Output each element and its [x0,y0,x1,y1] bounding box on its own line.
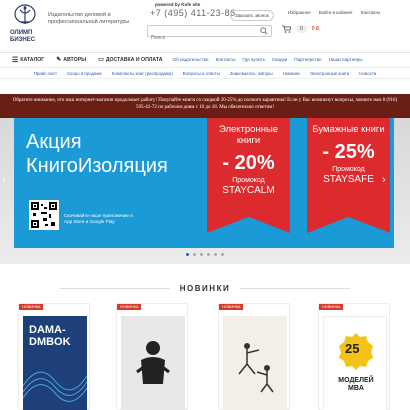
book-cover: DAMA- DMBOK [23,316,87,410]
promo-paper-books[interactable]: Бумажные книги - 25% Промокод STAYSAFE [307,118,390,233]
nav2-link-price-list[interactable]: Прайс-лист [34,71,57,76]
carousel-next-icon[interactable]: › [382,174,386,186]
app-download-text: Скачивайте наше приложение в App Store и… [64,213,133,224]
contacts-link[interactable]: Контакты [361,10,380,15]
new-items-list: НОВИНКА DAMA- DMBOK НОВИНКА НОВИНКА НОВИ… [0,303,410,410]
book-cover: 25 МОДЕЛЕЙ MBA [323,316,387,410]
new-badge: НОВИНКА [117,304,142,310]
nav-link-partnership[interactable]: Партнерство [294,57,321,62]
carousel-dot[interactable] [186,253,189,256]
carousel-dot[interactable] [214,253,217,256]
qr-code-icon [29,200,59,230]
logo[interactable]: ОЛИМП БИЗНЕС [10,4,40,48]
carousel-dot[interactable] [207,253,210,256]
logo-icon [14,4,36,24]
nav-link-partners[interactable]: Наши партнеры [329,57,363,62]
cart-total: 0 ₽. [311,26,321,32]
book-card[interactable]: НОВИНКА [218,303,290,410]
cart-count: 0 [296,25,307,33]
divider [240,288,350,289]
authors-icon: ✎ [56,57,62,63]
new-badge: НОВИНКА [19,304,44,310]
nav-link-contacts[interactable]: Контакты [216,57,236,62]
new-badge: НОВИНКА [219,304,244,310]
nav-authors[interactable]: ✎ АВТОРЫ [56,56,86,64]
cart-icon [282,25,291,33]
book-cover [121,316,185,410]
search-box [147,25,272,43]
nav-delivery[interactable]: ▭ ДОСТАВКА И ОПЛАТА [98,56,162,64]
nav2-link-meet-authors[interactable]: Знакомьтесь: авторы [230,71,273,76]
page: ОЛИМП БИЗНЕС Издательство деловой и проф… [0,0,410,410]
notice-banner: Обратите внимание, что наш интернет-мага… [0,94,410,118]
promo-heading: Акция КнигоИзоляция [26,131,168,177]
powered-by[interactable]: powered by Kofe site [155,2,200,7]
carousel-dots [186,253,224,256]
cart[interactable]: 0 0 ₽. [282,25,321,33]
menu-icon: ☰ [12,56,19,64]
phone-number[interactable]: +7 (495) 411-23-86 [150,8,236,18]
nav2-link-new[interactable]: Новинки [283,71,300,76]
nav-link-about[interactable]: Об издательстве [173,57,209,62]
truck-icon: ▭ [98,57,104,63]
header: ОЛИМП БИЗНЕС Издательство деловой и проф… [0,0,410,50]
book-card[interactable]: НОВИНКА [116,303,188,410]
carousel-dot[interactable] [200,253,203,256]
book-cover [223,316,287,410]
secondary-nav: Прайс-лист Скоро в продаже Комплекты кни… [0,67,410,79]
nav-link-where-to-buy[interactable]: Где купить [242,57,265,62]
nav2-link-faq[interactable]: Вопросы и ответы [183,71,220,76]
nav2-link-coming-soon[interactable]: Скоро в продаже [67,71,102,76]
favorites-link[interactable]: Избранное [288,10,311,15]
carousel-dot[interactable] [221,253,224,256]
promo-carousel: Акция КнигоИзоляция Скачивайте наше прил… [0,118,410,264]
login-link[interactable]: Войти в кабинет [319,10,353,15]
book-card[interactable]: НОВИНКА DAMA- DMBOK [18,303,90,410]
top-links: Избранное Войти в кабинет Контакты [288,10,380,15]
search-input[interactable] [148,33,256,43]
promo-slide[interactable]: Акция КнигоИзоляция Скачивайте наше прил… [14,118,394,248]
nav2-link-news[interactable]: Новости [359,71,376,76]
book-card[interactable]: НОВИНКА 25 МОДЕЛЕЙ MBA [318,303,390,410]
cover-art-icon [238,343,274,393]
nav-link-discounts[interactable]: Скидки [272,57,287,62]
main-nav: ☰ КАТАЛОГ ✎ АВТОРЫ ▭ ДОСТАВКА И ОПЛАТА О… [0,52,410,66]
logo-text: ОЛИМП БИЗНЕС [10,30,36,43]
new-badge: НОВИНКА [319,304,344,310]
carousel-prev-icon[interactable]: ‹ [2,174,6,186]
carousel-dot[interactable] [193,253,196,256]
tagline: Издательство деловой и профессиональной … [48,12,130,25]
search-icon[interactable] [260,27,268,35]
nav2-link-bundles[interactable]: Комплекты книг (распродажа) [112,71,173,76]
promo-ebooks[interactable]: Электронные книги - 20% Промокод STAYCAL… [207,118,290,233]
cover-art-icon [136,341,170,384]
callback-button[interactable]: Заказать звонок [230,10,274,21]
cover-art-icon [23,371,87,402]
nav-catalog[interactable]: ☰ КАТАЛОГ [12,56,44,64]
nav-sublinks: Об издательстве Контакты Где купить Скид… [173,57,363,62]
nav2-link-ebooks[interactable]: Электронные книги [310,71,349,76]
